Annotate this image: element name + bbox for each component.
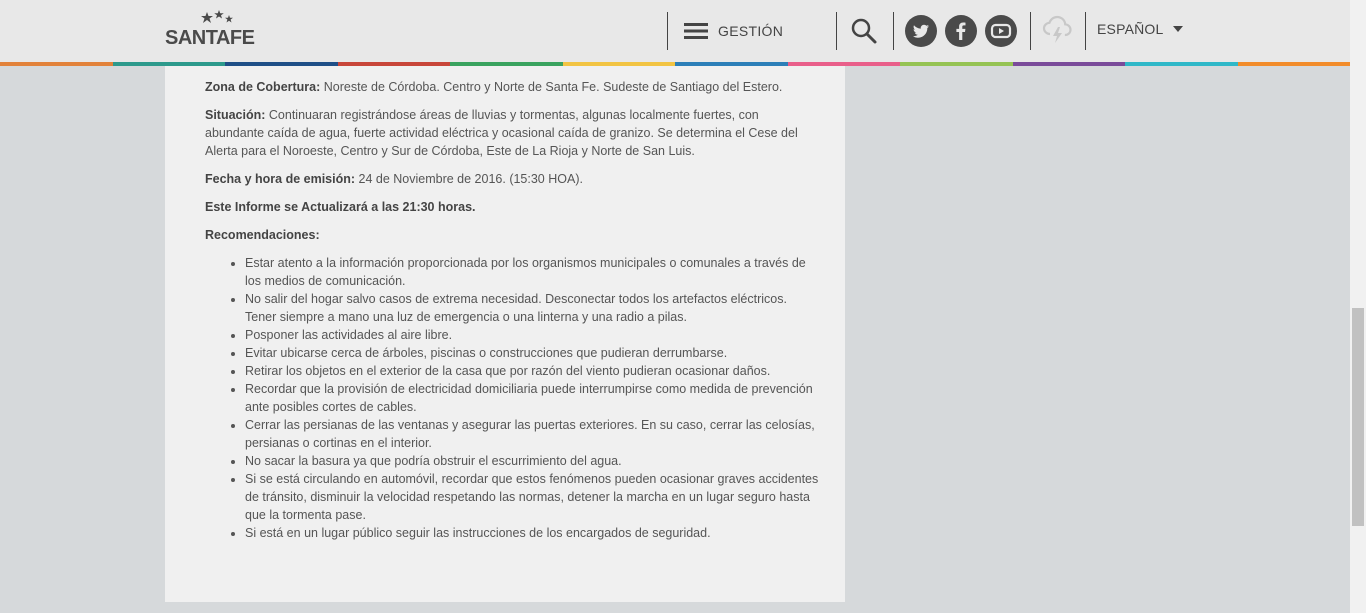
coverage-paragraph: Zona de Cobertura: Noreste de Córdoba. C… — [205, 78, 820, 96]
divider — [836, 12, 837, 50]
facebook-icon — [956, 22, 966, 40]
divider — [667, 12, 668, 50]
recommendations-label: Recomendaciones: — [205, 228, 320, 242]
stripe-segment — [0, 62, 113, 66]
scrollbar-thumb[interactable] — [1352, 308, 1364, 526]
list-item: Si se está circulando en automóvil, reco… — [245, 470, 820, 524]
divider — [1085, 12, 1086, 50]
santa-fe-logo[interactable]: SANTAFE — [165, 10, 265, 50]
site-header: SANTAFE GESTIÓN ESPAÑOL — [0, 0, 1350, 62]
gestion-menu-button[interactable]: GESTIÓN — [684, 18, 783, 44]
list-item: Recordar que la provisión de electricida… — [245, 380, 820, 416]
facebook-button[interactable] — [945, 15, 977, 47]
update-notice: Este Informe se Actualizará a las 21:30 … — [205, 198, 820, 216]
logo-text: SANTAFE — [165, 27, 255, 49]
stripe-segment — [900, 62, 1013, 66]
menu-label: GESTIÓN — [718, 23, 784, 39]
situation-value: Continuaran registrándose áreas de lluvi… — [205, 108, 798, 158]
list-item: No sacar la basura ya que podría obstrui… — [245, 452, 820, 470]
hamburger-icon — [684, 23, 708, 39]
recommendations-list: Estar atento a la información proporcion… — [205, 254, 820, 542]
update-notice-text: Este Informe se Actualizará a las 21:30 … — [205, 200, 476, 214]
caret-down-icon — [1172, 26, 1183, 32]
language-label: ESPAÑOL — [1097, 21, 1164, 37]
language-selector[interactable]: ESPAÑOL — [1097, 21, 1183, 37]
situation-paragraph: Situación: Continuaran registrándose áre… — [205, 106, 820, 160]
search-button[interactable] — [850, 17, 878, 50]
situation-label: Situación: — [205, 108, 266, 122]
divider — [893, 12, 894, 50]
list-item: Retirar los objetos en el exterior de la… — [245, 362, 820, 380]
issue-date-value: 24 de Noviembre de 2016. (15:30 HOA). — [355, 172, 583, 186]
issue-date-label: Fecha y hora de emisión: — [205, 172, 356, 186]
stripe-segment — [1012, 62, 1125, 66]
youtube-icon — [990, 23, 1012, 39]
stripe-segment — [1237, 62, 1350, 66]
weather-button[interactable] — [1041, 13, 1075, 50]
alert-report: Zona de Cobertura: Noreste de Córdoba. C… — [205, 78, 820, 542]
recommendations-heading: Recomendaciones: — [205, 226, 820, 244]
stripe-segment — [1125, 62, 1238, 66]
list-item: No salir del hogar salvo casos de extrem… — [245, 290, 820, 326]
stars-icon — [201, 10, 233, 23]
coverage-value: Noreste de Córdoba. Centro y Norte de Sa… — [320, 80, 783, 94]
storm-cloud-icon — [1042, 15, 1072, 43]
list-item: Evitar ubicarse cerca de árboles, piscin… — [245, 344, 820, 362]
divider — [1030, 12, 1031, 50]
twitter-icon — [913, 24, 929, 38]
main-content: Zona de Cobertura: Noreste de Córdoba. C… — [165, 66, 845, 602]
coverage-label: Zona de Cobertura: — [205, 80, 321, 94]
list-item: Si está en un lugar público seguir las i… — [245, 524, 820, 542]
list-item: Estar atento a la información proporcion… — [245, 254, 820, 290]
twitter-button[interactable] — [905, 15, 937, 47]
search-icon — [851, 18, 877, 44]
list-item: Cerrar las persianas de las ventanas y a… — [245, 416, 820, 452]
youtube-button[interactable] — [985, 15, 1017, 47]
list-item: Posponer las actividades al aire libre. — [245, 326, 820, 344]
issue-date-paragraph: Fecha y hora de emisión: 24 de Noviembre… — [205, 170, 820, 188]
